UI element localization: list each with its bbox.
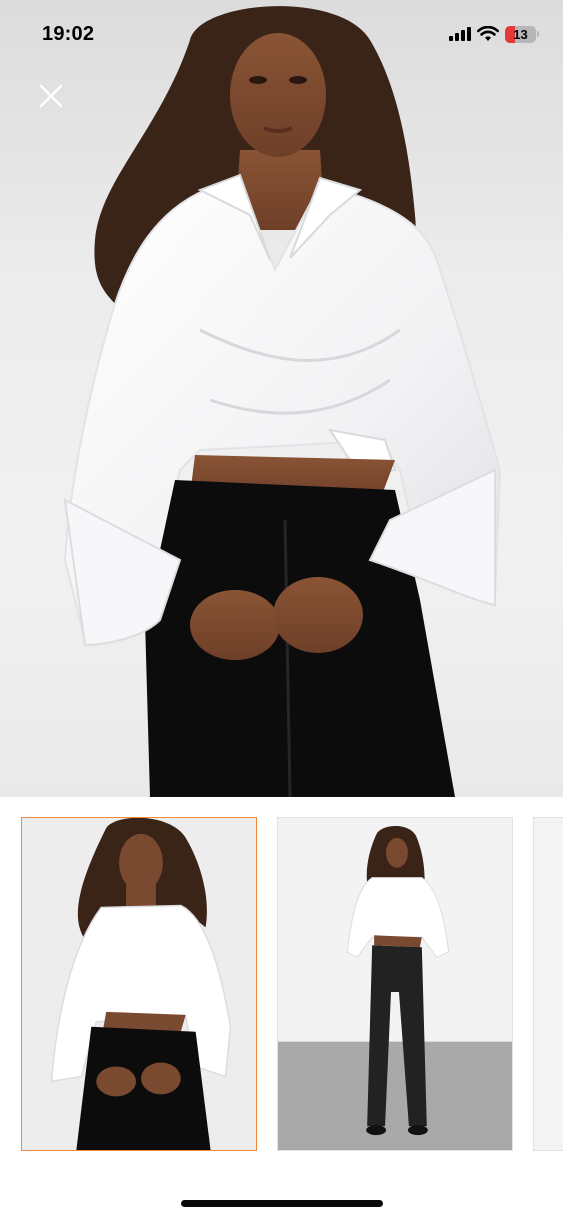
thumbnail-photo-fullbody <box>278 818 512 1150</box>
model-photo <box>63 6 502 797</box>
close-button[interactable] <box>33 78 69 114</box>
thumbnail-gallery[interactable] <box>0 797 563 1177</box>
thumbnail-2[interactable] <box>277 817 513 1151</box>
wifi-icon <box>477 26 499 41</box>
thumbnail-3-partial[interactable] <box>533 817 563 1151</box>
close-icon <box>39 84 63 108</box>
status-bar: 19:02 13 <box>0 0 563 68</box>
home-indicator[interactable] <box>181 1200 383 1207</box>
thumbnail-1-selected[interactable] <box>21 817 257 1151</box>
status-icons: 13 <box>449 25 539 43</box>
battery-icon: 13 <box>505 25 539 43</box>
status-time: 19:02 <box>42 22 95 45</box>
thumbnail-photo-closeup <box>22 818 256 1150</box>
battery-level: 13 <box>513 26 528 42</box>
cellular-signal-icon <box>449 27 471 41</box>
main-product-image[interactable] <box>0 0 563 797</box>
